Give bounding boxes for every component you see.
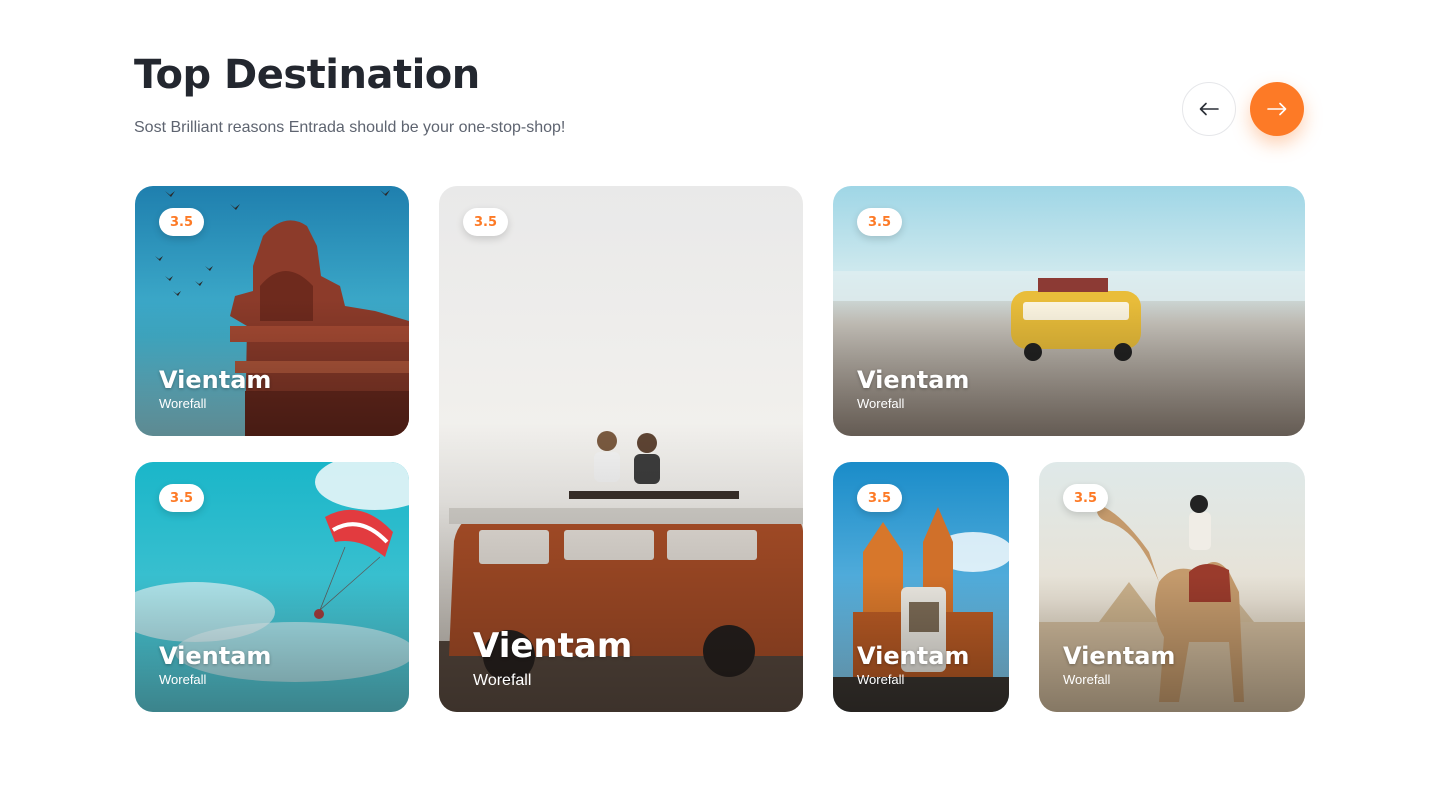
destination-location: Worefall bbox=[857, 396, 905, 411]
rating-badge: 3.5 bbox=[1063, 484, 1108, 512]
arrow-left-icon bbox=[1199, 102, 1219, 116]
page-subtitle: Sost Brilliant reasons Entrada should be… bbox=[134, 119, 566, 136]
rating-badge: 3.5 bbox=[463, 208, 508, 236]
next-button[interactable] bbox=[1250, 82, 1304, 136]
destination-card-featured[interactable]: 3.5 Vientam Worefall bbox=[439, 186, 803, 712]
previous-button[interactable] bbox=[1182, 82, 1236, 136]
destination-name: Vientam bbox=[473, 626, 633, 666]
destination-card[interactable]: 3.5 Vientam Worefall bbox=[135, 186, 409, 436]
destination-location: Worefall bbox=[159, 396, 207, 411]
destination-name: Vientam bbox=[857, 642, 970, 670]
destination-location: Worefall bbox=[857, 672, 905, 687]
destination-location: Worefall bbox=[473, 672, 532, 689]
destination-name: Vientam bbox=[159, 366, 272, 394]
destination-card[interactable]: 3.5 Vientam Worefall bbox=[833, 186, 1305, 436]
destination-name: Vientam bbox=[1063, 642, 1176, 670]
destination-card[interactable]: 3.5 Vientam Worefall bbox=[1039, 462, 1305, 712]
destination-card[interactable]: 3.5 Vientam Worefall bbox=[135, 462, 409, 712]
page-title: Top Destination bbox=[134, 52, 480, 98]
rating-badge: 3.5 bbox=[159, 208, 204, 236]
arrow-right-icon bbox=[1267, 102, 1287, 116]
destination-name: Vientam bbox=[159, 642, 272, 670]
destination-location: Worefall bbox=[159, 672, 207, 687]
rating-badge: 3.5 bbox=[857, 484, 902, 512]
destination-card[interactable]: 3.5 Vientam Worefall bbox=[833, 462, 1009, 712]
rating-badge: 3.5 bbox=[857, 208, 902, 236]
destination-location: Worefall bbox=[1063, 672, 1111, 687]
destination-name: Vientam bbox=[857, 366, 970, 394]
rating-badge: 3.5 bbox=[159, 484, 204, 512]
